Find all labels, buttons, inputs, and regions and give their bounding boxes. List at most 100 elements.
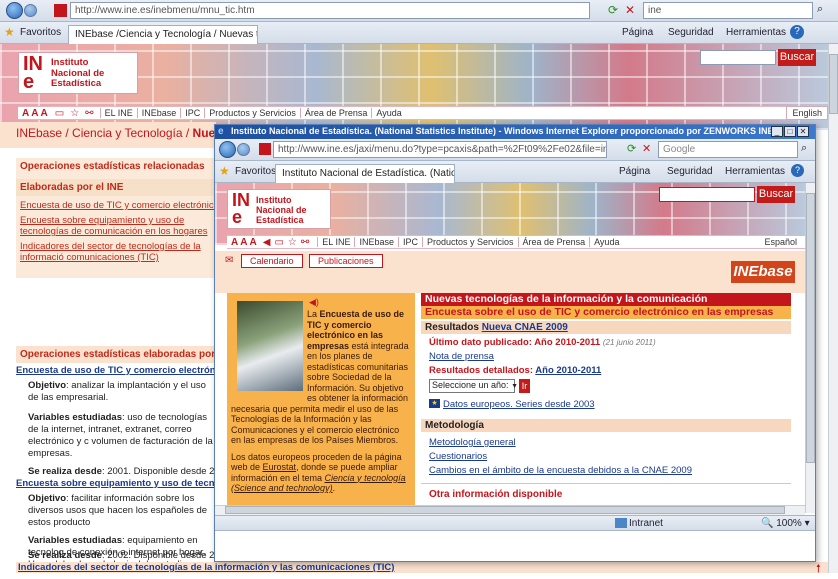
zoom-level[interactable]: 🔍 100% ▾	[761, 518, 810, 529]
popup-tools-menu[interactable]: Herramientas	[725, 166, 785, 177]
search-icon[interactable]: ⌕	[817, 3, 823, 16]
intranet-zone-label[interactable]: Intranet	[629, 518, 663, 529]
nav-productos[interactable]: Productos y Servicios	[204, 108, 300, 118]
popup-favorite-icon[interactable]: ☆	[286, 237, 299, 248]
popup-scroll-thumb[interactable]	[806, 193, 815, 463]
nav-ipc[interactable]: IPC	[180, 108, 204, 118]
popup-nav-ipc[interactable]: IPC	[397, 237, 422, 247]
subtab-publicaciones[interactable]: Publicaciones	[309, 254, 383, 268]
outer-active-tab[interactable]: INEbase /Ciencia y Tecnología / Nuevas t…	[68, 25, 258, 44]
popup-ine-logo[interactable]: IN e Instituto Nacional de Estadística	[227, 189, 331, 229]
nav-inebase[interactable]: INEbase	[136, 108, 181, 118]
side-link-tic-empresas[interactable]: Encuesta de uso de TIC y comercio electr…	[16, 196, 216, 211]
popup-nav-ayuda[interactable]: Ayuda	[589, 237, 623, 247]
popup-status-bar: Intranet 🔍 100% ▾	[215, 515, 815, 531]
popup-site-search-input[interactable]	[659, 187, 755, 202]
main-title-2: Encuesta sobre el uso de TIC y comercio …	[421, 306, 791, 319]
popup-vertical-scrollbar[interactable]	[805, 183, 815, 513]
popup-titlebar[interactable]: Instituto Nacional de Estadística. (Nati…	[215, 125, 815, 139]
cnae-link[interactable]: Nueva CNAE 2009	[482, 322, 568, 333]
side-link-indicadores[interactable]: Indicadores del sector de tecnologías de…	[16, 237, 216, 263]
outer-ine-logo[interactable]: IN e Instituto Nacional de Estadística	[18, 52, 138, 94]
favorites-star-icon[interactable]: ★	[4, 25, 15, 39]
outer-scroll-thumb[interactable]	[829, 54, 838, 114]
popup-forward-icon[interactable]	[237, 143, 250, 156]
ine-logo-mark: IN e	[23, 53, 43, 93]
outer-buscar-button[interactable]: Buscar	[778, 49, 816, 66]
font-size-controls[interactable]: A A A	[18, 108, 52, 119]
popup-print-icon[interactable]: ▭	[272, 237, 285, 248]
favorite-star-icon[interactable]: ☆	[67, 108, 82, 119]
popup-hscroll-thumb[interactable]	[225, 506, 785, 514]
help-icon[interactable]: ?	[790, 25, 804, 39]
outer-search-input[interactable]: ine	[643, 2, 813, 19]
calendar-icon: ✉	[225, 255, 234, 266]
outer-page-menu[interactable]: Página	[622, 27, 653, 38]
popup-favorites-label[interactable]: Favoritos	[235, 166, 276, 177]
popup-nav-espanol[interactable]: Español	[760, 237, 805, 247]
outer-vertical-scrollbar[interactable]	[828, 44, 838, 573]
nav-ayuda[interactable]: Ayuda	[371, 108, 405, 118]
metodologia-general-link[interactable]: Metodología general	[429, 437, 516, 448]
outer-favorites-label[interactable]: Favoritos	[20, 27, 61, 38]
detallados-link[interactable]: Año 2010-2011	[535, 365, 601, 376]
popup-refresh-icon[interactable]: ⟳	[627, 142, 636, 155]
popup-window-controls: _ □ ✕	[771, 126, 809, 137]
subtab-calendario[interactable]: Calendario	[241, 254, 303, 268]
datos-europeos-link[interactable]: Datos europeos. Series desde 2003	[443, 399, 595, 410]
outer-security-menu[interactable]: Seguridad	[668, 27, 714, 38]
popup-window: Instituto Nacional de Estadística. (Nati…	[214, 124, 816, 562]
nota-prensa-link[interactable]: Nota de prensa	[429, 351, 494, 362]
popup-buscar-button[interactable]: Buscar	[757, 186, 795, 203]
popup-active-tab[interactable]: Instituto Nacional de Estadística. (Nati…	[275, 164, 455, 183]
popup-address-input[interactable]: http://www.ine.es/jaxi/menu.do?type=pcax…	[273, 141, 607, 158]
popup-nav-inebase[interactable]: INEbase	[354, 237, 398, 247]
popup-subtab-bar: ✉ Calendario Publicaciones INEbase	[215, 251, 805, 293]
sitemap-icon[interactable]: ⚯	[82, 108, 99, 119]
nav-el-ine[interactable]: EL INE	[99, 108, 137, 118]
back-icon[interactable]	[6, 2, 23, 19]
ir-button[interactable]: Ir	[519, 379, 530, 393]
popup-audio-icon[interactable]: ◀	[261, 237, 273, 248]
outer-address-input[interactable]: http://www.ine.es/inebmenu/mnu_tic.htm	[70, 2, 590, 19]
popup-help-icon[interactable]: ?	[791, 164, 804, 177]
inebase-logo[interactable]: INEbase	[731, 261, 795, 283]
back-to-top-icon[interactable]: 🠕	[816, 560, 821, 579]
related-heading: Operaciones estadísticas relacionadas	[16, 158, 216, 175]
forward-icon[interactable]	[24, 4, 37, 17]
popup-page-menu[interactable]: Página	[619, 166, 650, 177]
stop-icon[interactable]: ✕	[625, 3, 639, 17]
favicon-ine-icon	[54, 4, 67, 17]
popup-favorites-star-icon[interactable]: ★	[219, 164, 230, 178]
eurostat-link[interactable]: Eurostat	[263, 462, 297, 472]
popup-horizontal-scrollbar[interactable]	[215, 505, 805, 515]
lower-item2-title[interactable]: Encuesta sobre equipamiento y uso de tec…	[16, 478, 216, 489]
nav-prensa[interactable]: Área de Prensa	[299, 108, 372, 118]
popup-stop-icon[interactable]: ✕	[642, 142, 651, 155]
nav-english[interactable]: English	[786, 106, 828, 120]
popup-nav-el-ine[interactable]: EL INE	[317, 237, 354, 247]
minimize-button[interactable]: _	[771, 126, 783, 137]
popup-sitemap-icon[interactable]: ⚯	[299, 237, 317, 248]
popup-back-icon[interactable]	[219, 141, 236, 158]
year-select[interactable]: Seleccione un año: ▼	[429, 379, 518, 393]
popup-search-input[interactable]: Google	[658, 141, 798, 158]
main-title-1: Nuevas tecnologías de la información y l…	[421, 293, 791, 306]
popup-nav-prensa[interactable]: Área de Prensa	[517, 237, 590, 247]
popup-nav-productos[interactable]: Productos y Servicios	[422, 237, 518, 247]
outer-site-search-input[interactable]	[700, 50, 776, 65]
refresh-icon[interactable]: ⟳	[608, 3, 622, 17]
close-button[interactable]: ✕	[797, 126, 809, 137]
cuestionarios-link[interactable]: Cuestionarios	[429, 451, 487, 462]
popup-security-menu[interactable]: Seguridad	[667, 166, 713, 177]
lower-item3-title[interactable]: Indicadores del sector de tecnologías de…	[16, 562, 828, 573]
outer-tools-menu[interactable]: Herramientas	[726, 27, 786, 38]
maximize-button[interactable]: □	[784, 126, 796, 137]
audio-icon[interactable]: ◀)	[309, 297, 319, 308]
lower-item1-title[interactable]: Encuesta de uso de TIC y comercio electr…	[16, 363, 216, 376]
print-icon[interactable]: ▭	[52, 108, 67, 119]
popup-font-size-controls[interactable]: A A A	[227, 237, 261, 248]
side-link-equipamiento[interactable]: Encuesta sobre equipamiento y uso de tec…	[16, 211, 216, 237]
cambios-cnae-link[interactable]: Cambios en el ámbito de la encuesta debi…	[429, 465, 692, 476]
popup-search-icon[interactable]: ⌕	[801, 142, 807, 155]
